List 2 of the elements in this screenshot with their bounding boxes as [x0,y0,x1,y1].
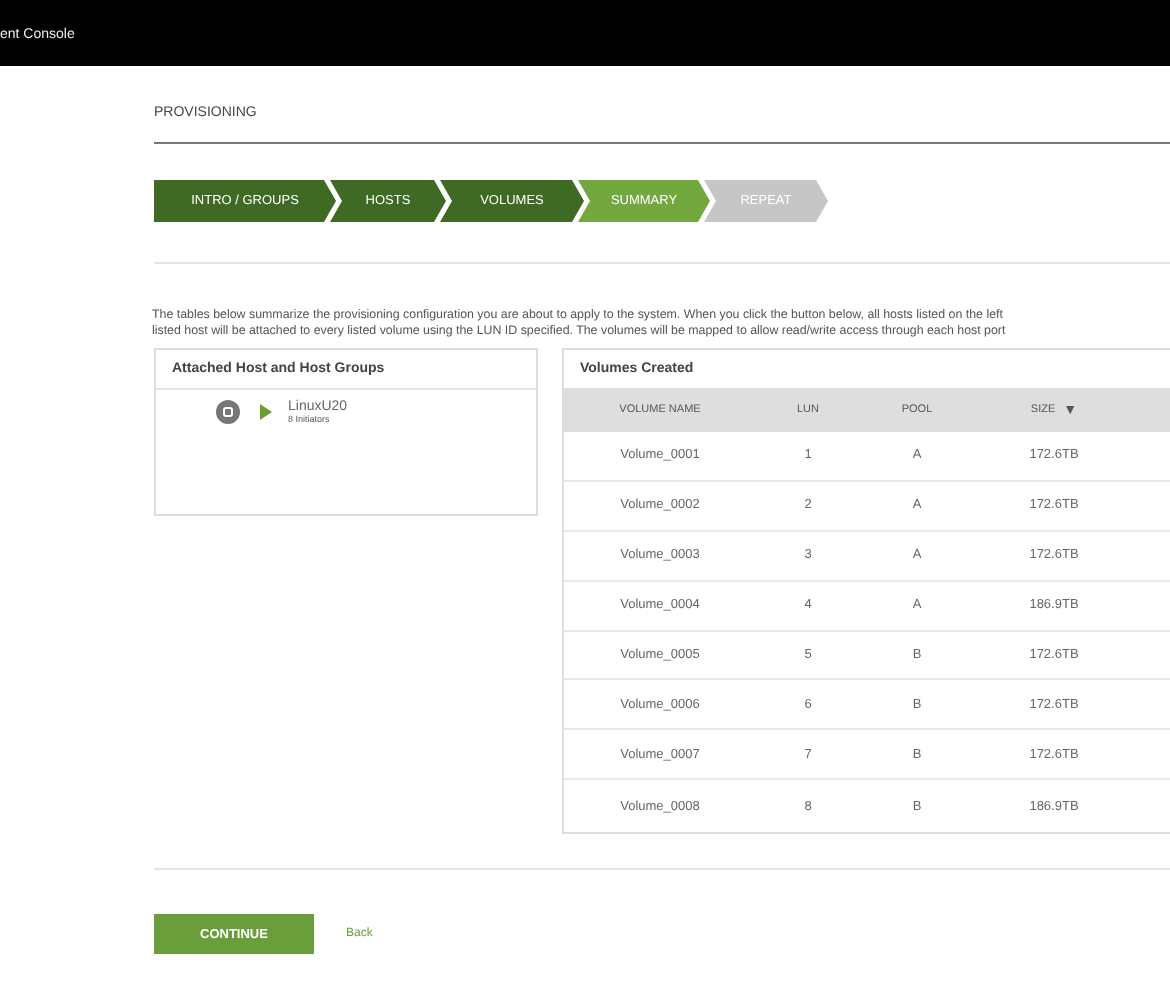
expand-caret-icon[interactable] [260,404,272,420]
host-icon [216,400,240,424]
